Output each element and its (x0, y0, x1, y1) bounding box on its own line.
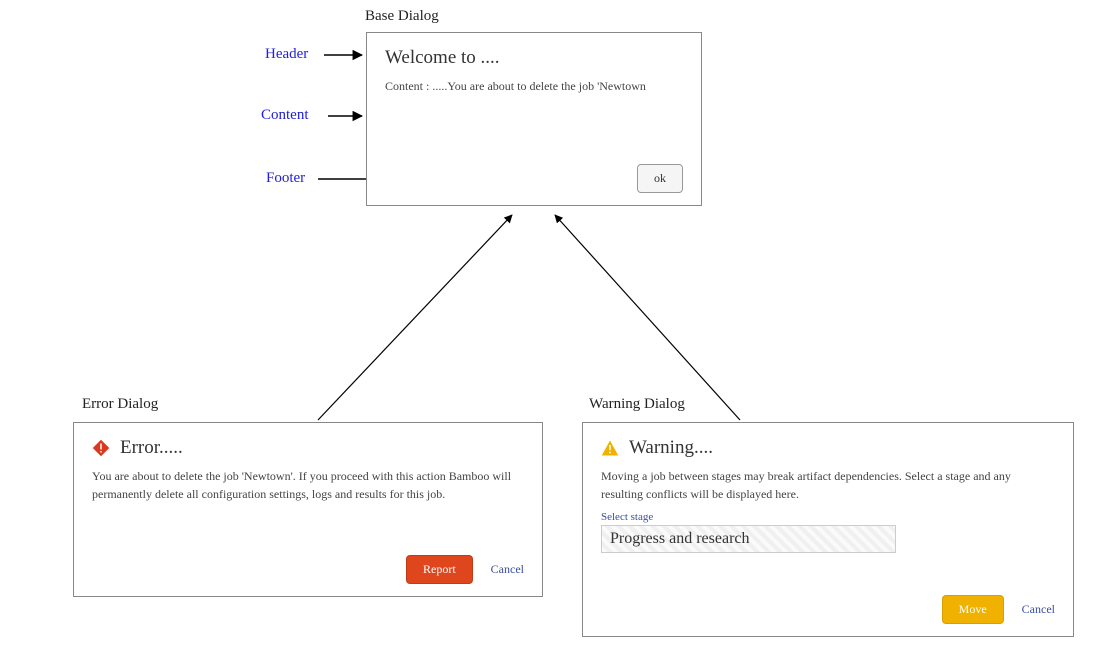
base-dialog: Welcome to .... Content : .....You are a… (366, 32, 702, 206)
error-dialog-footer: Report Cancel (92, 555, 524, 584)
warning-header-text: Warning.... (629, 437, 713, 459)
select-stage-label: Select stage (601, 511, 1055, 523)
base-dialog-title: Base Dialog (365, 8, 439, 25)
move-button[interactable]: Move (942, 595, 1004, 624)
warning-cancel-link[interactable]: Cancel (1022, 602, 1055, 617)
error-header-text: Error..... (120, 437, 183, 459)
base-dialog-header: Welcome to .... (385, 47, 683, 69)
error-dialog: Error..... You are about to delete the j… (73, 422, 543, 597)
base-dialog-content: Content : .....You are about to delete t… (385, 77, 683, 95)
error-cancel-link[interactable]: Cancel (491, 562, 524, 577)
base-dialog-footer: ok (385, 164, 683, 193)
ok-button[interactable]: ok (637, 164, 683, 193)
content-annotation: Content (261, 107, 309, 124)
base-header-text: Welcome to .... (385, 47, 500, 69)
warning-dialog: Warning.... Moving a job between stages … (582, 422, 1074, 637)
header-annotation: Header (265, 46, 308, 63)
warning-icon (601, 439, 619, 457)
error-icon (92, 439, 110, 457)
error-dialog-title: Error Dialog (82, 396, 158, 413)
error-dialog-header: Error..... (92, 437, 524, 459)
footer-annotation: Footer (266, 170, 305, 187)
select-stage-input[interactable] (601, 525, 896, 553)
warning-dialog-header: Warning.... (601, 437, 1055, 459)
warning-dialog-content: Moving a job between stages may break ar… (601, 467, 1055, 503)
warning-dialog-title: Warning Dialog (589, 396, 685, 413)
error-dialog-content: You are about to delete the job 'Newtown… (92, 467, 524, 503)
report-button[interactable]: Report (406, 555, 473, 584)
warning-dialog-footer: Move Cancel (601, 595, 1055, 624)
